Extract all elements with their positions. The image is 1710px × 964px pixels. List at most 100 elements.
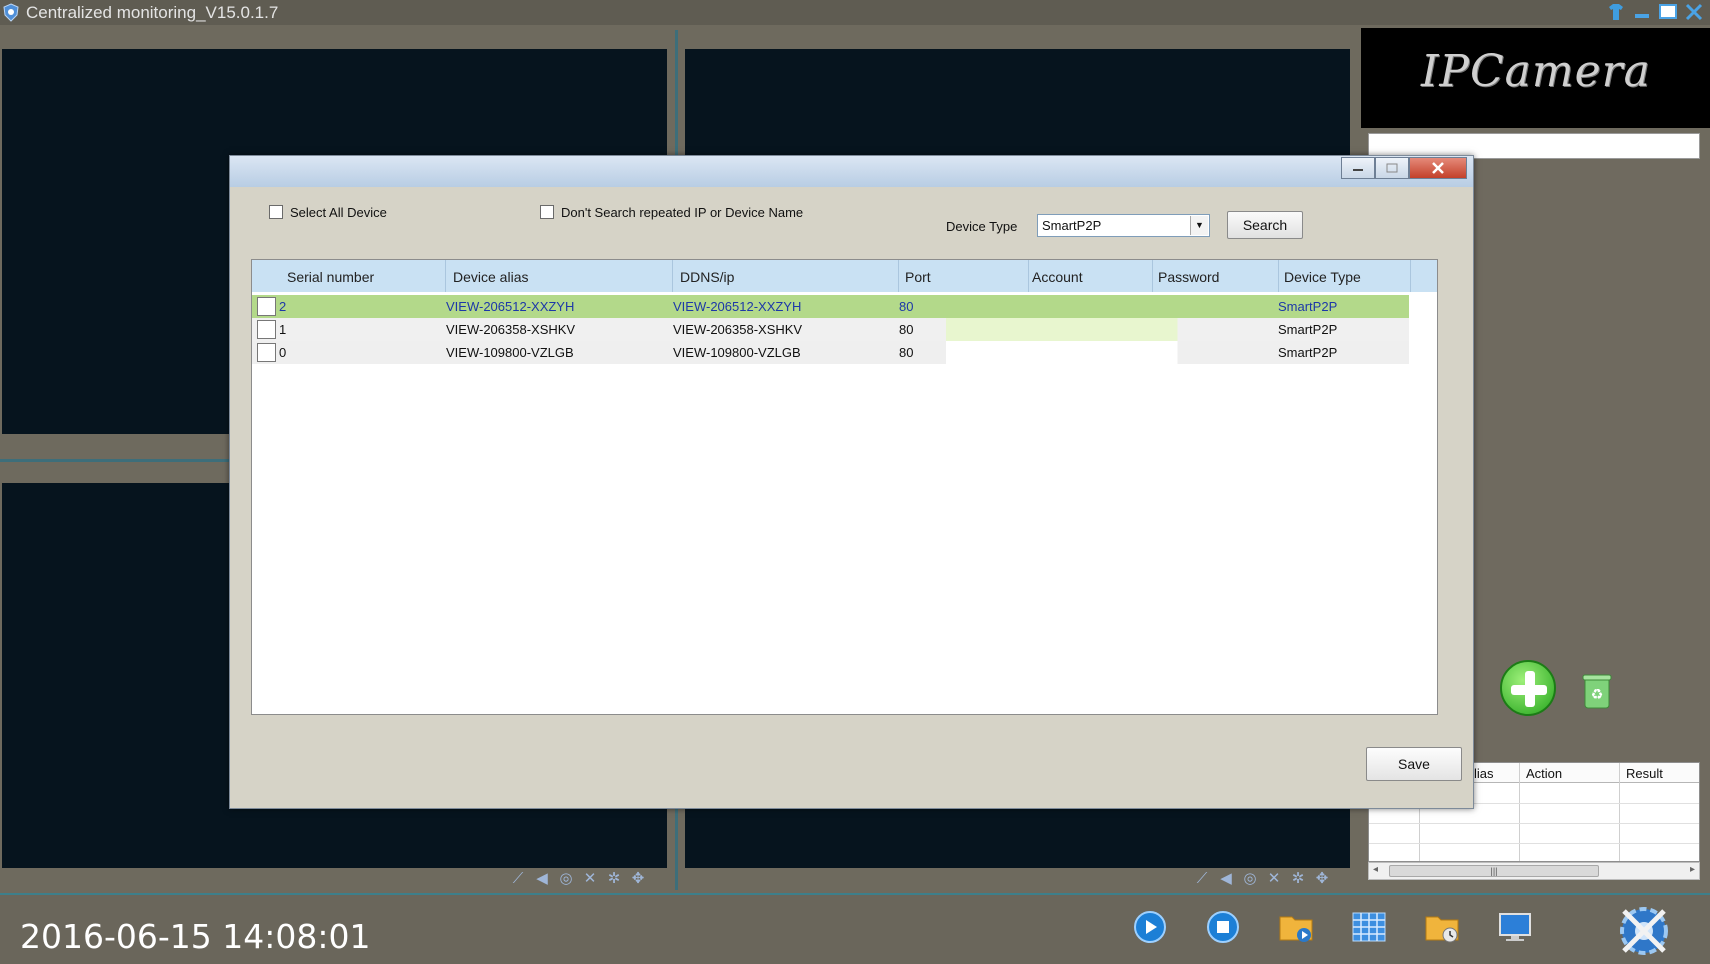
row-checkbox[interactable]: [257, 320, 276, 339]
cell-serial: 2: [279, 299, 287, 314]
table-row[interactable]: 0 VIEW-109800-VZLGB VIEW-109800-VZLGB 80…: [252, 341, 1409, 364]
pane-divider: [0, 459, 230, 462]
app-title-bar: Centralized monitoring_V15.0.1.7: [0, 0, 1710, 25]
skin-shirt-icon[interactable]: [1606, 2, 1626, 22]
mic-icon[interactable]: ⟋: [508, 870, 528, 888]
cell-type: SmartP2P: [1278, 299, 1338, 314]
clock-display: 2016-06-15 14:08:01: [20, 917, 371, 956]
mute-icon[interactable]: ◀: [1216, 870, 1236, 888]
cell-alias: VIEW-206512-XXZYH: [446, 299, 575, 314]
logo-text: IPCamera: [1421, 46, 1651, 97]
snapshot-icon[interactable]: ◎: [556, 870, 576, 888]
close-icon[interactable]: [1684, 2, 1704, 22]
select-all-checkbox[interactable]: [269, 205, 283, 219]
col-serial-number[interactable]: Serial number: [287, 269, 374, 285]
cell-port: 80: [899, 322, 914, 337]
row-checkbox[interactable]: [257, 297, 276, 316]
maximize-icon[interactable]: [1658, 2, 1678, 22]
log-col-action: Action: [1526, 766, 1563, 781]
playback-folder-icon[interactable]: [1424, 909, 1460, 945]
log-divider: [1619, 763, 1620, 861]
cell-port: 80: [899, 299, 914, 314]
cell-alias: VIEW-109800-VZLGB: [446, 345, 574, 360]
mute-icon[interactable]: ◀: [532, 870, 552, 888]
save-button[interactable]: Save: [1366, 747, 1462, 781]
layout-grid-icon[interactable]: [1351, 909, 1387, 945]
minimize-icon[interactable]: [1632, 2, 1652, 22]
dialog-minimize-button[interactable]: [1341, 157, 1375, 179]
dont-search-repeated-checkbox[interactable]: [540, 205, 554, 219]
dont-search-repeated-label: Don't Search repeated IP or Device Name: [561, 205, 804, 220]
mic-icon[interactable]: ⟋: [1192, 870, 1212, 888]
col-divider: [1410, 260, 1411, 292]
cell-type: SmartP2P: [1278, 345, 1338, 360]
select-all-label: Select All Device: [290, 205, 387, 220]
col-divider: [898, 260, 899, 292]
table-row[interactable]: 2 VIEW-206512-XXZYH VIEW-206512-XXZYH 80…: [252, 295, 1409, 318]
log-horizontal-scrollbar[interactable]: ◂ ||| ▸: [1368, 862, 1700, 880]
add-device-button[interactable]: [1500, 660, 1556, 716]
search-device-dialog: Select All Device Don't Search repeated …: [229, 155, 1474, 809]
fullscreen-icon[interactable]: ✥: [1312, 870, 1332, 888]
scroll-right-icon[interactable]: ▸: [1690, 864, 1695, 875]
brand-logo: IPCamera: [1361, 28, 1710, 128]
col-password[interactable]: Password: [1158, 269, 1219, 285]
scroll-thumb[interactable]: |||: [1389, 865, 1599, 877]
table-header: Serial number Device alias DDNS/ip Port …: [252, 260, 1437, 292]
col-device-type[interactable]: Device Type: [1284, 269, 1361, 285]
app-title: Centralized monitoring_V15.0.1.7: [26, 3, 279, 22]
scroll-left-icon[interactable]: ◂: [1373, 864, 1378, 875]
cell-ddns: VIEW-206358-XSHKV: [673, 322, 803, 337]
search-button[interactable]: Search: [1227, 211, 1303, 239]
settings-icon[interactable]: ✲: [604, 870, 624, 888]
col-divider: [1152, 260, 1153, 292]
log-row-line: [1369, 843, 1699, 844]
cell-alias: VIEW-206358-XSHKV: [446, 322, 576, 337]
cell-type: SmartP2P: [1278, 322, 1338, 337]
stop-all-icon[interactable]: [1205, 909, 1241, 945]
recycle-bin-icon[interactable]: ♻: [1582, 672, 1612, 710]
record-folder-icon[interactable]: [1278, 909, 1314, 945]
monitor-icon[interactable]: [1497, 909, 1533, 945]
cell-serial: 0: [279, 345, 287, 360]
col-ddns-ip[interactable]: DDNS/ip: [680, 269, 734, 285]
snapshot-icon[interactable]: ◎: [1240, 870, 1260, 888]
dialog-close-button[interactable]: [1409, 157, 1467, 179]
settings-icon[interactable]: ✲: [1288, 870, 1308, 888]
play-all-icon[interactable]: [1132, 909, 1168, 945]
dialog-maximize-button[interactable]: [1375, 157, 1409, 179]
col-divider: [672, 260, 673, 292]
close-video-icon[interactable]: ✕: [1264, 870, 1284, 888]
pane-4-toolbar: ⟋ ◀ ◎ ✕ ✲ ✥: [1192, 868, 1332, 890]
svg-text:♻: ♻: [1591, 687, 1604, 703]
maximize-icon: [1386, 163, 1398, 173]
col-device-alias[interactable]: Device alias: [453, 269, 528, 285]
minimize-icon: [1353, 169, 1363, 171]
dialog-title-bar: [230, 156, 1473, 187]
chevron-down-icon[interactable]: ▼: [1190, 216, 1208, 235]
log-divider: [1519, 763, 1520, 861]
device-results-table: Serial number Device alias DDNS/ip Port …: [251, 259, 1438, 715]
cell-serial: 1: [279, 322, 287, 337]
table-row[interactable]: 1 VIEW-206358-XSHKV VIEW-206358-XSHKV 80…: [252, 318, 1409, 341]
device-type-label: Device Type: [946, 219, 1018, 234]
close-icon: [1432, 162, 1444, 174]
fullscreen-icon[interactable]: ✥: [628, 870, 648, 888]
cell-ddns: VIEW-109800-VZLGB: [673, 345, 801, 360]
device-type-select[interactable]: SmartP2P ▼: [1037, 214, 1210, 237]
row-checkbox[interactable]: [257, 343, 276, 362]
col-divider: [1278, 260, 1279, 292]
device-type-value: SmartP2P: [1042, 218, 1102, 233]
col-port[interactable]: Port: [905, 269, 931, 285]
pane-3-toolbar: ⟋ ◀ ◎ ✕ ✲ ✥: [508, 868, 648, 890]
system-settings-icon[interactable]: [1612, 901, 1676, 961]
log-col-alias: lias: [1474, 766, 1494, 781]
bottom-toolbar: 2016-06-15 14:08:01: [0, 893, 1710, 964]
log-row-line: [1369, 823, 1699, 824]
close-video-icon[interactable]: ✕: [580, 870, 600, 888]
col-divider: [445, 260, 446, 292]
log-col-result: Result: [1626, 766, 1663, 781]
col-divider: [1028, 260, 1029, 292]
cell-ddns: VIEW-206512-XXZYH: [673, 299, 802, 314]
col-account[interactable]: Account: [1032, 269, 1083, 285]
